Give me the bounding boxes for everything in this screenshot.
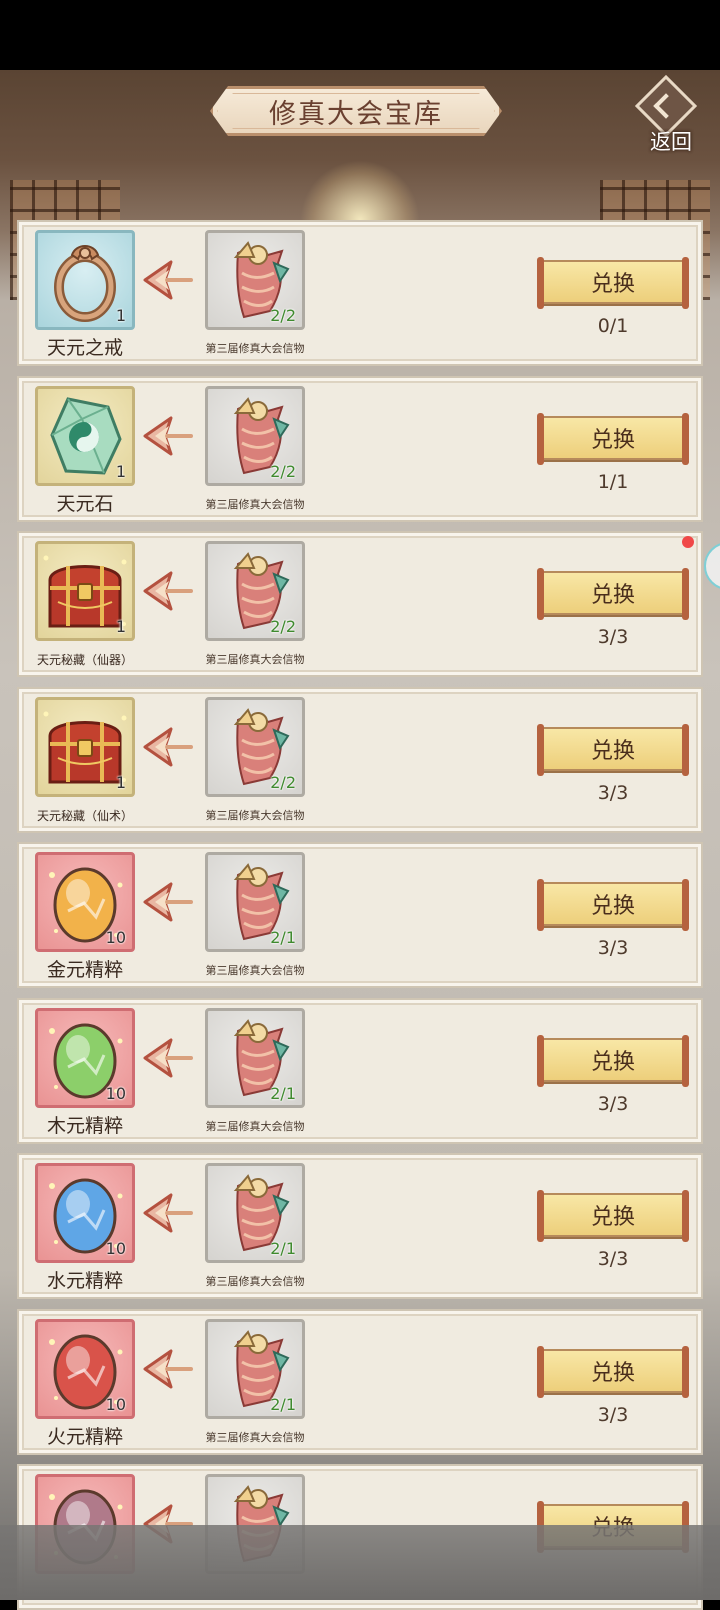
- exchange-button[interactable]: 兑换: [537, 1190, 689, 1242]
- reward-quantity: 10: [105, 1083, 126, 1103]
- reward-quantity: 1: [115, 617, 126, 636]
- reward-item-slot[interactable]: 10: [35, 1007, 135, 1108]
- back-label: 返回: [650, 130, 692, 154]
- exchange-button-label: 兑换: [590, 1205, 635, 1230]
- cost-item-slot[interactable]: 2/2: [205, 230, 305, 330]
- exchange-row: 10 火元精粹 2/1 第三届修真大会信物 兑换 3/3: [17, 1308, 703, 1455]
- page-title: 修真大会宝库: [269, 98, 443, 130]
- cost-item-name: 第三届修真大会信物: [205, 1119, 305, 1133]
- cost-item-slot[interactable]: 2/1: [205, 1318, 305, 1419]
- exchange-limit: 3/3: [597, 937, 629, 959]
- reward-item-slot[interactable]: 10: [35, 1163, 135, 1263]
- reward-item-slot[interactable]: 1: [35, 385, 135, 486]
- exchange-limit: 0/1: [597, 315, 629, 337]
- exchange-button[interactable]: 兑换: [537, 723, 689, 776]
- reward-quantity: 10: [105, 1394, 126, 1414]
- cost-item-name: 第三届修真大会信物: [205, 1275, 305, 1288]
- exchange-button-label: 兑换: [590, 1360, 635, 1386]
- exchange-limit: 1/1: [597, 470, 629, 493]
- reward-item-slot[interactable]: 1: [35, 541, 135, 641]
- reward-item-name: 天元石: [56, 492, 114, 515]
- exchange-button[interactable]: 兑换: [537, 412, 689, 465]
- exchange-button-label: 兑换: [590, 738, 635, 764]
- exchange-arrow-icon: [141, 258, 195, 302]
- cost-quantity: 2/1: [270, 1239, 296, 1258]
- reward-item-name: 火元精粹: [46, 1425, 123, 1448]
- exchange-button[interactable]: 兑换: [537, 257, 689, 309]
- cost-quantity: 2/2: [270, 461, 296, 481]
- exchange-button[interactable]: 兑换: [537, 568, 689, 620]
- exchange-button-label: 兑换: [590, 583, 635, 608]
- exchange-limit: 3/3: [597, 1403, 629, 1426]
- exchange-row: 1 天元之戒 2/2 第三届修真大会信物 兑换 0/1: [17, 220, 703, 366]
- reward-item-slot[interactable]: 1: [35, 696, 135, 797]
- exchange-arrow-icon: [141, 1036, 195, 1080]
- cost-item-name: 第三届修真大会信物: [205, 808, 305, 822]
- exchange-limit: 3/3: [597, 781, 629, 804]
- cost-item-slot[interactable]: 2/1: [205, 852, 305, 952]
- exchange-arrow-icon: [141, 414, 195, 458]
- bottom-fade: [0, 1525, 720, 1600]
- exchange-limit: 3/3: [597, 1248, 629, 1270]
- cost-quantity: 2/1: [270, 1394, 296, 1414]
- cost-item-name: 第三届修真大会信物: [205, 342, 305, 355]
- exchange-arrow-icon: [141, 1347, 195, 1391]
- exchange-row: 10 水元精粹 2/1 第三届修真大会信物 兑换 3/3: [17, 1153, 703, 1299]
- exchange-limit: 3/3: [597, 1092, 629, 1115]
- exchange-arrow-icon: [141, 880, 195, 924]
- exchange-button[interactable]: 兑换: [537, 1345, 689, 1398]
- exchange-button-label: 兑换: [590, 272, 635, 297]
- reward-quantity: 10: [105, 1239, 126, 1258]
- reward-quantity: 1: [115, 461, 126, 481]
- exchange-button[interactable]: 兑换: [537, 879, 689, 931]
- exchange-row: 10 金元精粹 2/1 第三届修真大会信物 兑换 3/3: [17, 842, 703, 988]
- exchange-row: 1 天元秘藏（仙器） 2/2 第三届修真大会信物 兑换 3/3: [17, 531, 703, 677]
- cost-item-slot[interactable]: 2/1: [205, 1163, 305, 1263]
- cost-quantity: 2/1: [270, 928, 296, 947]
- exchange-row: 10 木元精粹 2/1 第三届修真大会信物 兑换 3/3: [17, 997, 703, 1144]
- cost-item-name: 第三届修真大会信物: [205, 497, 305, 511]
- exchange-arrow-icon: [141, 569, 195, 613]
- reward-item-name: 水元精粹: [46, 1270, 123, 1292]
- reward-item-slot[interactable]: 10: [35, 852, 135, 952]
- exchange-arrow-icon: [141, 1191, 195, 1235]
- cost-quantity: 2/2: [270, 772, 296, 792]
- status-bar: [0, 0, 720, 70]
- reward-item-slot[interactable]: 10: [35, 1318, 135, 1419]
- back-button[interactable]: 返回: [634, 74, 708, 154]
- reward-item-name: 金元精粹: [46, 959, 123, 981]
- reward-quantity: 10: [105, 928, 126, 947]
- cost-item-slot[interactable]: 2/2: [205, 541, 305, 641]
- exchange-button[interactable]: 兑换: [537, 1034, 689, 1087]
- reward-item-name: 天元之戒: [46, 337, 123, 359]
- cost-quantity: 2/2: [270, 306, 296, 325]
- reward-quantity: 1: [115, 306, 126, 325]
- exchange-row: 1 天元石 2/2 第三届修真大会信物 兑换 1/1: [17, 375, 703, 522]
- exchange-row: 1 天元秘藏（仙术） 2/2 第三届修真大会信物 兑换 3/3: [17, 686, 703, 833]
- exchange-button-label: 兑换: [590, 1049, 635, 1075]
- cost-item-slot[interactable]: 2/2: [205, 385, 305, 486]
- cost-item-slot[interactable]: 2/1: [205, 1007, 305, 1108]
- reward-item-slot[interactable]: 1: [35, 230, 135, 330]
- title-banner: 修真大会宝库: [210, 86, 502, 136]
- cost-item-name: 第三届修真大会信物: [205, 653, 305, 666]
- notification-dot: [682, 536, 694, 548]
- cost-item-name: 第三届修真大会信物: [205, 1430, 305, 1444]
- reward-item-name: 天元秘藏（仙器）: [36, 653, 133, 667]
- exchange-button-label: 兑换: [590, 894, 635, 919]
- cost-quantity: 2/1: [270, 1083, 296, 1103]
- cost-quantity: 2/2: [270, 617, 296, 636]
- cost-item-name: 第三届修真大会信物: [205, 964, 305, 977]
- reward-item-name: 天元秘藏（仙术）: [36, 808, 133, 823]
- reward-quantity: 1: [115, 772, 126, 792]
- exchange-arrow-icon: [141, 725, 195, 769]
- exchange-limit: 3/3: [597, 626, 629, 648]
- exchange-button-label: 兑换: [590, 427, 635, 453]
- reward-item-name: 木元精粹: [46, 1114, 123, 1137]
- cost-item-slot[interactable]: 2/2: [205, 696, 305, 797]
